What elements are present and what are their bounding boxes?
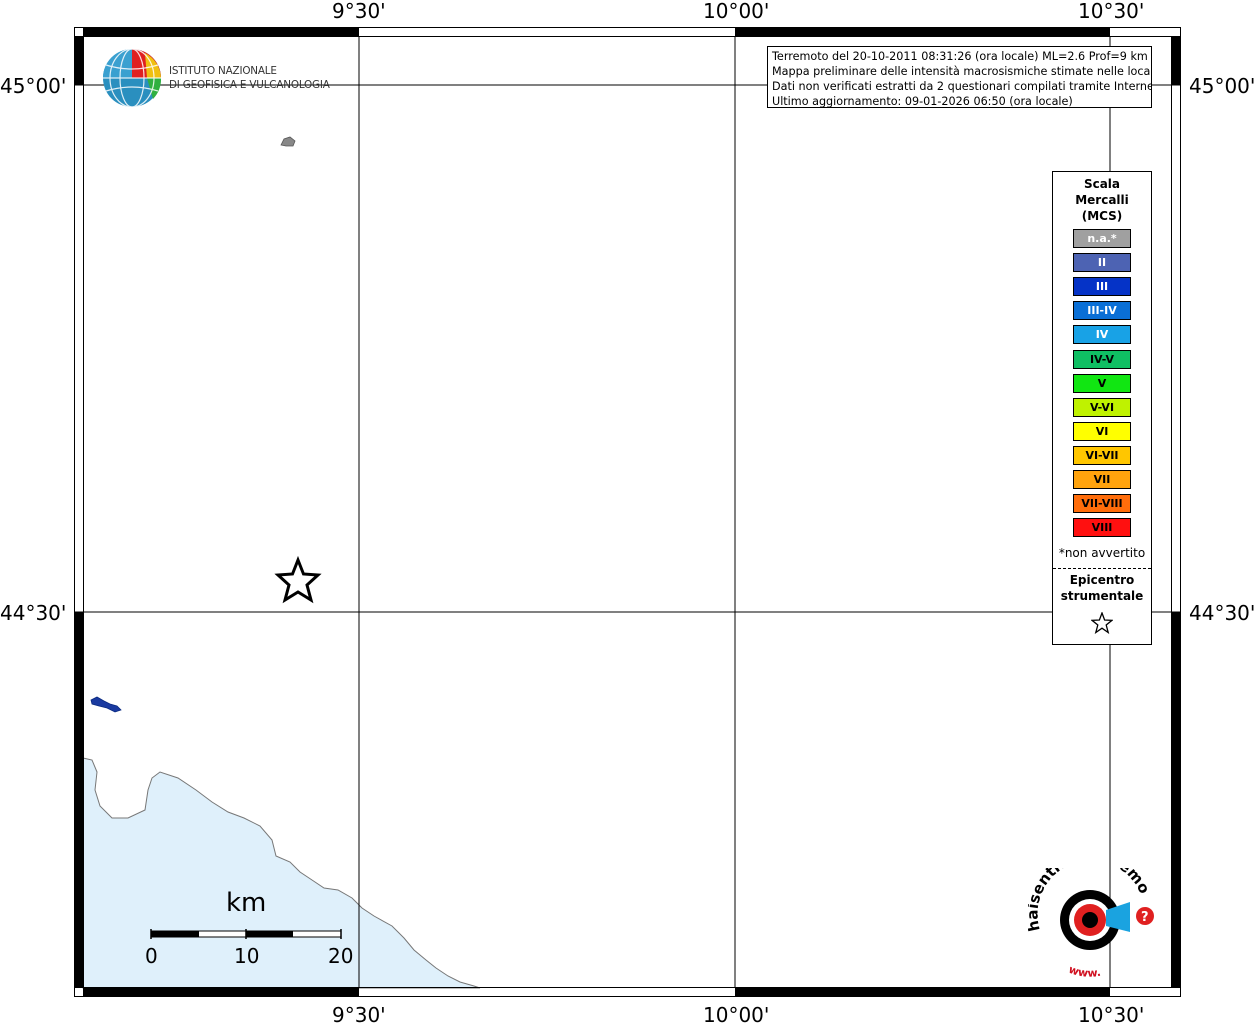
legend-swatch-iii: III	[1073, 277, 1131, 297]
legend-swatch-v: V	[1073, 373, 1131, 393]
haisentito-logo: haisentitoilterremoto.it www. ?	[1028, 868, 1154, 978]
legend-star-icon	[1091, 612, 1113, 634]
legend-swatch-iv-v: IV-V	[1073, 349, 1131, 369]
legend-swatch-iv: IV	[1073, 325, 1131, 345]
event-info-line1: Terremoto del 20-10-2011 08:31:26 (ora l…	[772, 50, 1148, 63]
legend-note: *non avvertito	[1058, 546, 1146, 560]
island-north	[280, 136, 296, 147]
legend-swatch-v-vi: V-VI	[1073, 397, 1131, 417]
scale-label-10: 10	[234, 944, 260, 968]
svg-text:www.: www.	[1067, 963, 1102, 978]
legend-swatch-vii: VII	[1073, 470, 1131, 489]
scale-label-0: 0	[145, 944, 158, 968]
legend-swatch-vi: VI	[1073, 421, 1131, 441]
sea-area	[82, 757, 481, 989]
lon-label-top-2: 10°00'	[703, 0, 770, 23]
legend-swatch-n-a-: n.a.*	[1073, 229, 1131, 248]
lon-label-bottom-2: 10°00'	[703, 1003, 770, 1027]
scale-unit-label: km	[226, 888, 267, 918]
lon-label-bottom-1: 9°30'	[332, 1003, 386, 1027]
scale-label-20: 20	[328, 944, 354, 968]
haisentito-logo-url-prefix: www.	[1067, 963, 1102, 978]
lat-label-left-2: 44°30'	[0, 601, 67, 625]
event-info-line4: Ultimo aggiornamento: 09-01-2026 06:50 (…	[772, 95, 1073, 108]
legend-title-3: (MCS)	[1081, 209, 1123, 223]
epicenter-star	[274, 555, 322, 604]
legend-epicenter-label-1: Epicentro	[1069, 573, 1135, 587]
mcs-legend: Scala Mercalli (MCS) n.a.* II III III-IV IV I…	[1052, 171, 1152, 645]
legend-swatch-viii: VIII	[1073, 518, 1131, 538]
ingv-logo-line2: DI GEOFISICA E VULCANOLOGIA	[169, 79, 330, 91]
event-info-box: Terremoto del 20-10-2011 08:31:26 (ora l…	[767, 46, 1152, 108]
island-blue	[90, 696, 122, 713]
legend-title-1: Scala	[1083, 177, 1121, 191]
lon-label-top-1: 9°30'	[332, 0, 386, 23]
ingv-globe-logo	[103, 48, 162, 108]
event-info-line2: Mappa preliminare delle intensità macros…	[772, 65, 1152, 78]
legend-epicenter-label-2: strumentale	[1060, 589, 1144, 603]
lon-label-bottom-3: 10°30'	[1078, 1003, 1145, 1027]
legend-swatch-iii-iv: III-IV	[1073, 301, 1131, 321]
lat-label-left-1: 45°00'	[0, 74, 67, 98]
ingv-logo-text: ISTITUTO NAZIONALE DI GEOFISICA E VULCAN…	[169, 64, 330, 92]
lat-label-right-2: 44°30'	[1189, 601, 1254, 625]
legend-separator	[1053, 568, 1151, 569]
legend-swatch-vi-vii: VI-VII	[1073, 445, 1131, 465]
scale-bar	[150, 929, 342, 939]
lat-label-right-1: 45°00'	[1189, 74, 1254, 98]
legend-swatch-ii: II	[1073, 253, 1131, 273]
event-info-line3: Dati non verificati estratti da 2 questi…	[772, 80, 1152, 93]
haisentito-question-mark: ?	[1141, 910, 1149, 925]
lon-label-top-3: 10°30'	[1078, 0, 1145, 23]
legend-title-2: Mercalli	[1075, 193, 1129, 207]
ingv-logo-line1: ISTITUTO NAZIONALE	[169, 65, 277, 77]
legend-swatch-vii-viii: VII-VIII	[1073, 494, 1131, 514]
